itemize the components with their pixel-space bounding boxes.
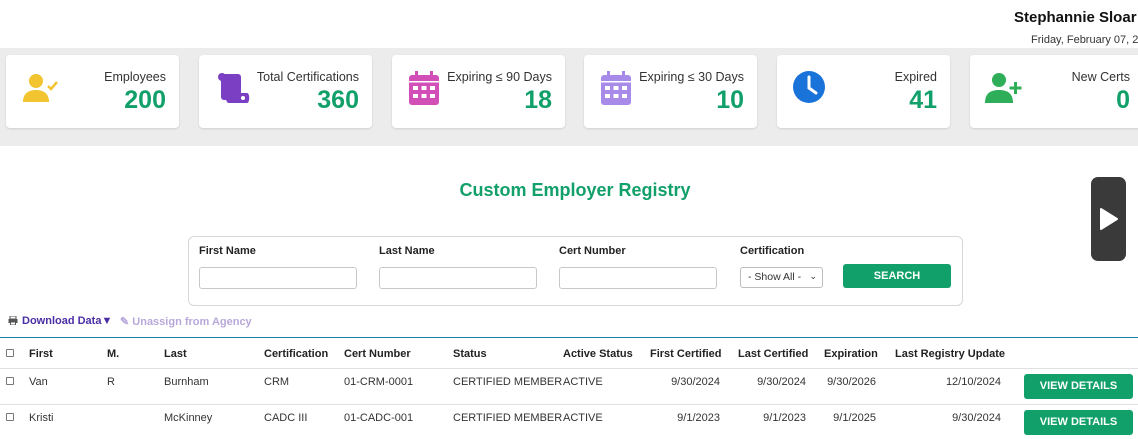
stat-label: Employees — [104, 70, 166, 84]
stat-value: 41 — [909, 86, 937, 114]
column-header-cert-number[interactable]: Cert Number — [344, 348, 411, 360]
column-header-last-registry-update[interactable]: Last Registry Update — [895, 348, 1005, 360]
last-name-input[interactable] — [379, 267, 537, 289]
stat-card-new-certs[interactable]: New Certs 0 — [970, 55, 1138, 128]
play-button[interactable] — [1091, 177, 1126, 261]
cert-number-label: Cert Number — [559, 245, 626, 257]
cell-cert-number: 01-CRM-0001 — [344, 376, 414, 388]
cell-first: Kristi — [29, 412, 54, 424]
cell-last-registry-update: 9/30/2024 — [952, 412, 1001, 424]
column-header-first-certified[interactable]: First Certified — [650, 348, 722, 360]
unassign-from-agency-link[interactable]: ✎ Unassign from Agency — [120, 315, 252, 328]
cell-middle: R — [107, 376, 115, 388]
play-icon — [1100, 208, 1118, 230]
header-divider — [0, 368, 1138, 369]
cell-first-certified: 9/1/2023 — [677, 412, 720, 424]
stat-card-employees[interactable]: Employees 200 — [6, 55, 179, 128]
first-name-input[interactable] — [199, 267, 357, 289]
column-header-status[interactable]: Status — [453, 348, 487, 360]
stat-card-expiring-90[interactable]: Expiring ≤ 90 Days 18 — [392, 55, 565, 128]
cell-active-status: ACTIVE — [563, 376, 603, 388]
cell-certification: CADC III — [264, 412, 308, 424]
last-name-label: Last Name — [379, 245, 435, 257]
stat-label: Expiring ≤ 30 Days — [639, 70, 744, 84]
user-check-icon — [23, 74, 58, 102]
download-data-link[interactable]: Download Data▼ — [8, 315, 112, 327]
clock-icon — [793, 71, 825, 103]
stat-value: 360 — [317, 86, 359, 114]
page-title: Custom Employer Registry — [459, 180, 691, 200]
column-header-last-certified[interactable]: Last Certified — [738, 348, 808, 360]
cell-status: CERTIFIED MEMBER — [453, 376, 563, 388]
column-header-middle[interactable]: M. — [107, 348, 119, 360]
table-top-border — [0, 337, 1138, 338]
cell-expiration: 9/1/2025 — [833, 412, 876, 424]
calendar-icon — [409, 71, 439, 105]
certification-label: Certification — [740, 245, 805, 257]
stat-label: Total Certifications — [256, 70, 359, 84]
certification-select[interactable]: - Show All - ⌄ — [740, 267, 823, 288]
user-plus-icon — [985, 73, 1022, 103]
stat-card-expiring-30[interactable]: Expiring ≤ 30 Days 10 — [584, 55, 757, 128]
column-header-active-status[interactable]: Active Status — [563, 348, 633, 360]
cell-last: Burnham — [164, 376, 209, 388]
pencil-icon: ✎ — [120, 316, 130, 328]
row-divider — [0, 404, 1138, 405]
stat-card-expired[interactable]: Expired 41 — [777, 55, 950, 128]
stat-label: Expiring ≤ 90 Days — [447, 70, 552, 84]
scroll-icon — [218, 73, 250, 103]
search-panel: First Name Last Name Cert Number Certifi… — [188, 236, 963, 306]
cell-first-certified: 9/30/2024 — [671, 376, 720, 388]
stat-label: New Certs — [1071, 70, 1130, 84]
column-header-last[interactable]: Last — [164, 348, 187, 360]
stat-label: Expired — [894, 70, 937, 84]
cell-status: CERTIFIED MEMBER — [453, 412, 563, 424]
column-header-certification[interactable]: Certification — [264, 348, 328, 360]
stat-card-total-certifications[interactable]: Total Certifications 360 — [199, 55, 372, 128]
cell-active-status: ACTIVE — [563, 412, 603, 424]
column-header-first[interactable]: First — [29, 348, 53, 360]
cert-number-input[interactable] — [559, 267, 717, 289]
stat-value: 0 — [1116, 86, 1130, 114]
chevron-down-icon: ⌄ — [809, 271, 817, 281]
cell-last-certified: 9/30/2024 — [757, 376, 806, 388]
printer-icon — [8, 316, 18, 325]
stat-value: 200 — [124, 86, 166, 114]
row-checkbox[interactable] — [6, 377, 14, 385]
cell-last: McKinney — [164, 412, 213, 424]
row-checkbox[interactable] — [6, 413, 14, 421]
stat-value: 10 — [716, 86, 744, 114]
calendar-icon — [601, 71, 631, 105]
cell-expiration: 9/30/2026 — [827, 376, 876, 388]
certification-select-value: - Show All - — [748, 271, 802, 283]
first-name-label: First Name — [199, 245, 256, 257]
stat-value: 18 — [524, 86, 552, 114]
view-details-button[interactable]: VIEW DETAILS — [1024, 410, 1133, 435]
cell-first: Van — [29, 376, 48, 388]
current-date: Friday, February 07, 20 — [1031, 34, 1138, 46]
unassign-label: Unassign from Agency — [132, 316, 252, 328]
stats-strip: Employees 200 Total Certifications 360 E… — [0, 48, 1138, 146]
download-data-label: Download Data▼ — [22, 315, 113, 327]
select-all-checkbox[interactable] — [6, 349, 14, 357]
cell-last-registry-update: 12/10/2024 — [945, 376, 1001, 388]
cell-cert-number: 01-CADC-001 — [344, 412, 414, 424]
view-details-button[interactable]: VIEW DETAILS — [1024, 374, 1133, 399]
cell-last-certified: 9/1/2023 — [763, 412, 806, 424]
search-button[interactable]: SEARCH — [843, 264, 951, 288]
user-name: Stephannie Sloar — [1014, 9, 1137, 26]
column-header-expiration[interactable]: Expiration — [824, 348, 878, 360]
cell-certification: CRM — [264, 376, 290, 388]
